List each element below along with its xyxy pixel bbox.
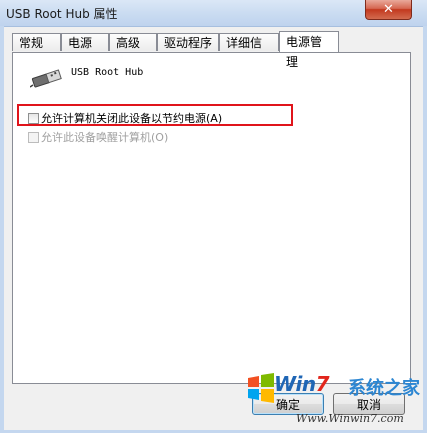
watermark-url: Www.Winwin7.com <box>296 412 404 425</box>
windows-logo-icon <box>248 373 274 403</box>
usb-plug-icon <box>30 69 62 88</box>
tab-label: 常规 <box>19 36 44 50</box>
tab-label: 驱动程序 <box>164 36 213 50</box>
device-name: USB Root Hub <box>71 67 144 78</box>
watermark: Win7 系统之家 Www.Winwin7.com <box>244 368 424 430</box>
tab-driver[interactable]: 驱动程序 <box>157 33 219 51</box>
window-frame-left <box>0 26 4 433</box>
tab-label: 电源 <box>68 36 93 50</box>
watermark-brand-prefix: Win <box>274 372 316 396</box>
watermark-brand: Win7 <box>274 372 330 396</box>
allow-wake-option: 允许此设备唤醒计算机(O) <box>28 129 168 145</box>
tab-power[interactable]: 电源 <box>61 33 109 51</box>
allow-wake-checkbox <box>28 131 39 143</box>
allow-wake-label: 允许此设备唤醒计算机(O) <box>41 131 169 144</box>
watermark-brand-cn: 系统之家 <box>348 378 420 399</box>
close-button[interactable]: ✕ <box>365 0 412 20</box>
allow-turn-off-option[interactable]: 允许计算机关闭此设备以节约电源(A) <box>28 110 222 126</box>
allow-turn-off-label: 允许计算机关闭此设备以节约电源(A) <box>41 112 223 125</box>
window-title: USB Root Hub 属性 <box>6 7 118 21</box>
tab-power-management[interactable]: 电源管理 <box>279 31 339 69</box>
title-bar: USB Root Hub 属性 ✕ <box>0 0 427 27</box>
close-icon: ✕ <box>383 2 394 17</box>
allow-turn-off-checkbox[interactable] <box>28 112 39 124</box>
tab-label: 高级 <box>116 36 141 50</box>
tab-panel-power-management <box>12 52 411 384</box>
tab-general[interactable]: 常规 <box>12 33 61 51</box>
watermark-brand-suffix: 7 <box>315 372 330 396</box>
tab-advanced[interactable]: 高级 <box>109 33 157 51</box>
tab-details[interactable]: 详细信息 <box>219 33 279 68</box>
